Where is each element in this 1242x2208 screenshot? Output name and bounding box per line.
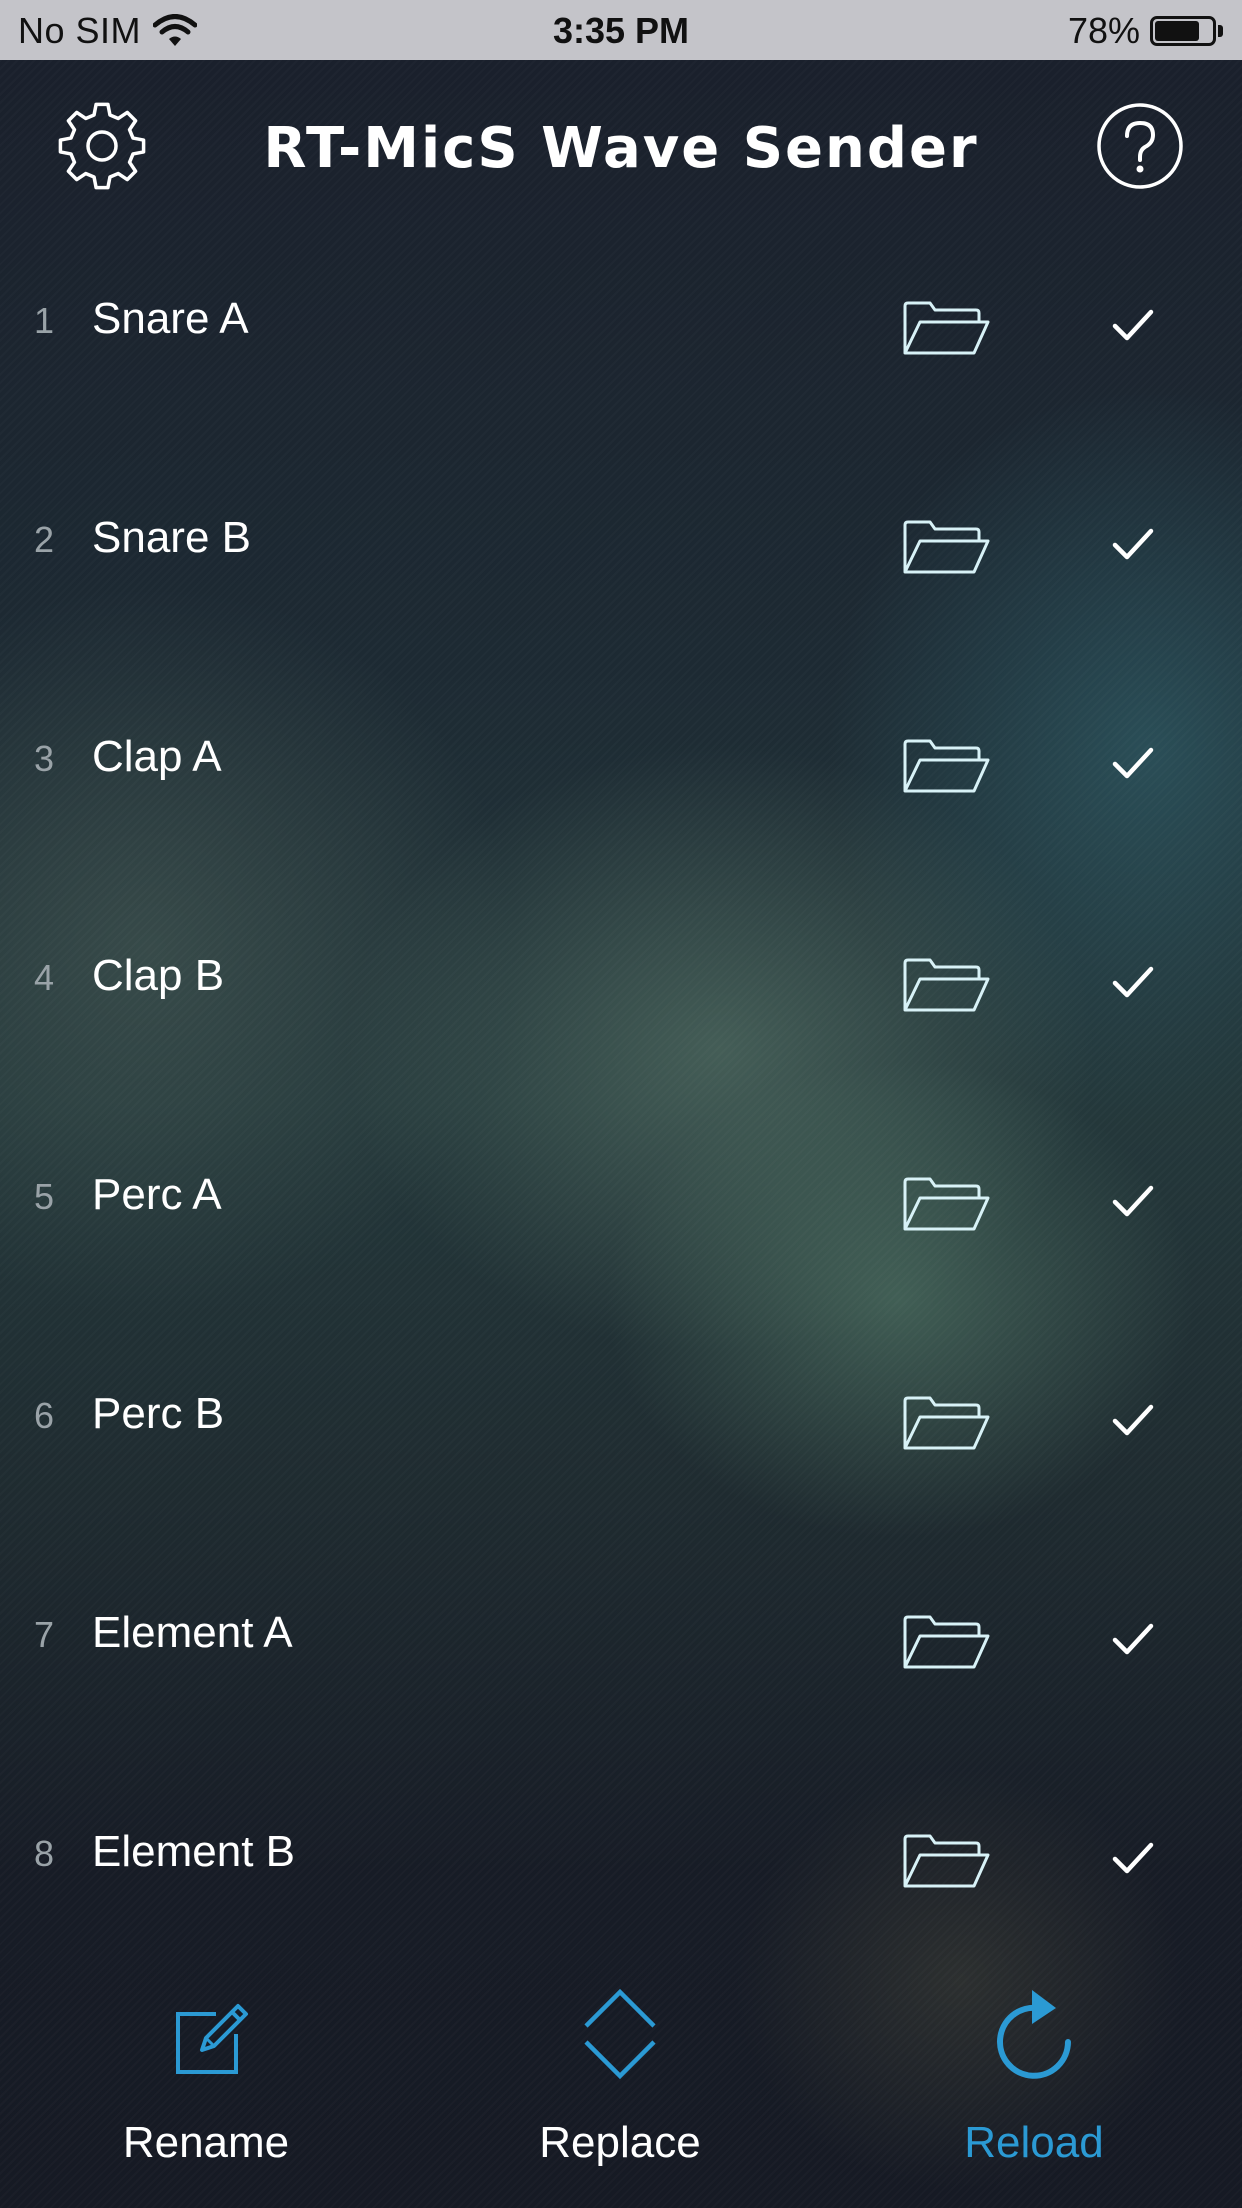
- rename-label: Rename: [122, 2118, 290, 2167]
- replace-button[interactable]: Replace: [470, 1960, 770, 2208]
- checkmark-icon: [1112, 746, 1154, 780]
- slot-number: 3: [34, 738, 55, 779]
- open-folder-icon[interactable]: [902, 1614, 990, 1670]
- status-right: 78%: [1068, 10, 1226, 52]
- battery-percent: 78%: [1067, 10, 1140, 51]
- question-circle-icon[interactable]: [1096, 102, 1184, 190]
- slot-row[interactable]: 2 Snare B: [0, 449, 1242, 668]
- slot-number: 5: [34, 1176, 55, 1217]
- checkmark-icon: [1112, 1622, 1154, 1656]
- open-folder-icon[interactable]: [902, 1833, 990, 1889]
- slot-row[interactable]: 7 Element A: [0, 1544, 1242, 1763]
- open-folder-icon[interactable]: [902, 519, 990, 575]
- slot-row[interactable]: 1 Snare A: [0, 230, 1242, 449]
- battery-icon: [1150, 14, 1226, 48]
- open-folder-icon[interactable]: [902, 300, 990, 356]
- open-folder-icon[interactable]: [902, 738, 990, 794]
- checkmark-icon: [1112, 1841, 1154, 1875]
- checkmark-icon: [1112, 527, 1154, 561]
- slot-number: 2: [34, 519, 55, 560]
- bottom-toolbar: Rename Replace Reload: [0, 1960, 1242, 2208]
- slot-number: 4: [34, 957, 55, 998]
- header: RT-MicS Wave Sender: [0, 60, 1242, 230]
- slot-name: Snare B: [92, 513, 251, 562]
- reload-button[interactable]: Reload: [884, 1960, 1184, 2208]
- slot-row[interactable]: 6 Perc B: [0, 1325, 1242, 1544]
- open-folder-icon[interactable]: [902, 1176, 990, 1232]
- open-folder-icon[interactable]: [902, 1395, 990, 1451]
- slot-number: 6: [34, 1395, 55, 1436]
- checkmark-icon: [1112, 965, 1154, 999]
- slot-name: Clap A: [92, 732, 222, 781]
- slot-number: 1: [34, 300, 55, 341]
- status-bar: No SIM 3:35 PM 78%: [0, 0, 1242, 60]
- slot-row[interactable]: 3 Clap A: [0, 668, 1242, 887]
- slot-row[interactable]: 4 Clap B: [0, 887, 1242, 1106]
- page-title: RT-MicS Wave Sender: [263, 116, 979, 181]
- checkmark-icon: [1112, 308, 1154, 342]
- reload-label: Reload: [964, 2118, 1104, 2167]
- slot-name: Perc A: [92, 1170, 222, 1219]
- edit-icon: [176, 2004, 248, 2074]
- status-time: 3:35 PM: [552, 10, 690, 51]
- rename-button[interactable]: Rename: [56, 1960, 356, 2208]
- replace-diamond-icon: [584, 1988, 656, 2080]
- reload-icon: [997, 1990, 1071, 2079]
- slot-row[interactable]: 8 Element B: [0, 1763, 1242, 1982]
- slot-number: 8: [34, 1833, 55, 1874]
- open-folder-icon[interactable]: [902, 957, 990, 1013]
- checkmark-icon: [1112, 1403, 1154, 1437]
- slot-name: Element A: [92, 1608, 293, 1657]
- checkmark-icon: [1112, 1184, 1154, 1218]
- slot-row[interactable]: 5 Perc A: [0, 1106, 1242, 1325]
- slot-number: 7: [34, 1614, 55, 1655]
- slot-name: Element B: [92, 1827, 295, 1876]
- slot-name: Snare A: [92, 294, 249, 343]
- slot-name: Perc B: [92, 1389, 225, 1438]
- replace-label: Replace: [539, 2118, 701, 2167]
- slot-name: Clap B: [92, 951, 225, 1000]
